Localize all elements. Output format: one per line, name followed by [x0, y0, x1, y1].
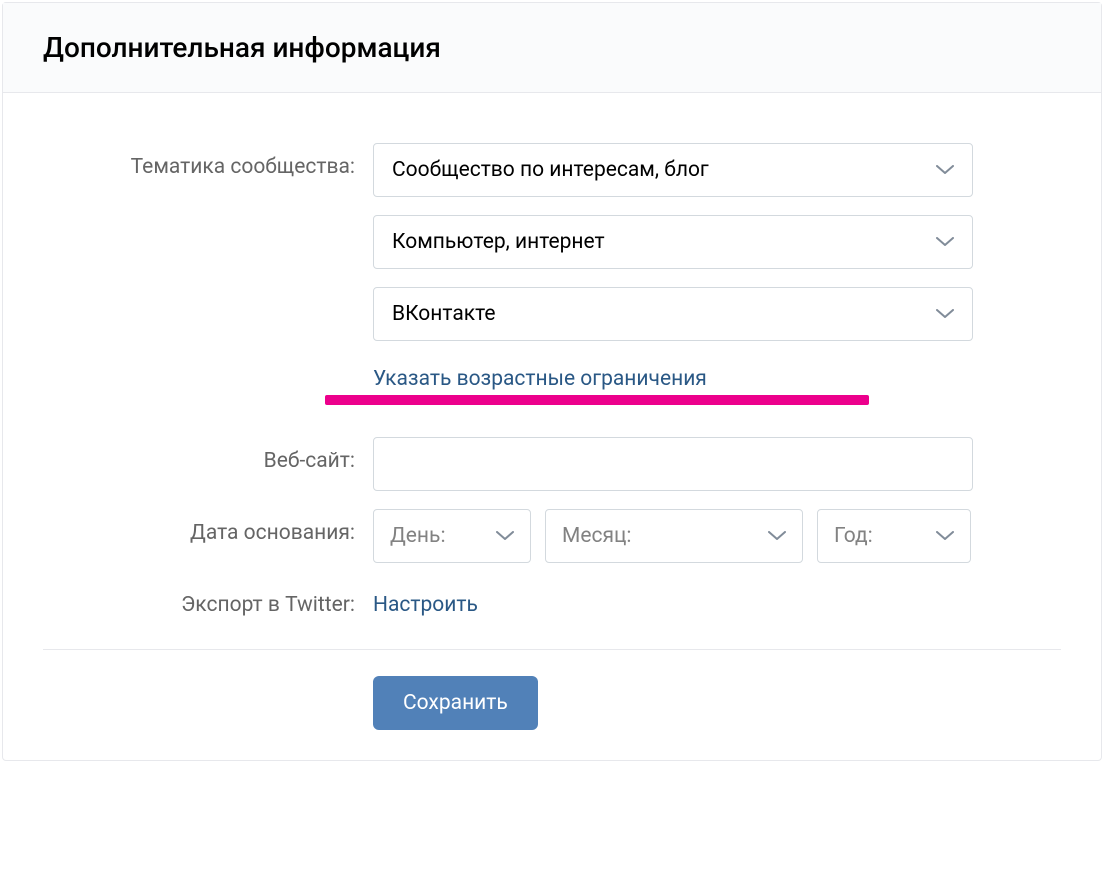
save-button[interactable]: Сохранить [373, 676, 538, 730]
select-year[interactable]: Год: [817, 509, 971, 563]
website-controls [373, 437, 973, 491]
chevron-down-icon [936, 531, 954, 541]
select-text: Компьютер, интернет [392, 230, 605, 254]
age-link-row: Указать возрастные ограничения [373, 367, 973, 391]
age-link-text: Указать возрастные ограничения [373, 367, 707, 391]
label-founded: Дата основания: [43, 509, 373, 545]
select-text: Месяц: [562, 524, 632, 548]
twitter-configure-link[interactable]: Настроить [373, 581, 478, 617]
panel-header: Дополнительная информация [3, 3, 1101, 93]
select-text: Сообщество по интересам, блог [392, 158, 709, 182]
row-founded: Дата основания: День: Месяц: [43, 509, 1061, 563]
website-input[interactable] [373, 437, 973, 491]
topic-controls: Сообщество по интересам, блог Компьютер,… [373, 143, 973, 399]
row-topic: Тематика сообщества: Сообщество по интер… [43, 143, 1061, 399]
panel-body: Тематика сообщества: Сообщество по интер… [3, 93, 1101, 760]
select-text: День: [390, 524, 446, 548]
label-website: Веб-сайт: [43, 437, 373, 473]
footer: Сохранить [43, 676, 1061, 730]
select-community-type[interactable]: Сообщество по интересам, блог [373, 143, 973, 197]
select-text: ВКонтакте [392, 302, 496, 326]
chevron-down-icon [496, 531, 514, 541]
chevron-down-icon [936, 309, 954, 319]
divider [43, 649, 1061, 650]
select-text: Год: [834, 524, 873, 548]
additional-info-panel: Дополнительная информация Тематика сообщ… [2, 2, 1102, 761]
twitter-controls: Настроить [373, 581, 973, 617]
chevron-down-icon [936, 237, 954, 247]
panel-title: Дополнительная информация [43, 31, 1061, 64]
select-subcategory[interactable]: ВКонтакте [373, 287, 973, 341]
age-restrictions-link[interactable]: Указать возрастные ограничения [373, 367, 707, 391]
select-day[interactable]: День: [373, 509, 531, 563]
highlight-annotation [325, 395, 869, 405]
chevron-down-icon [936, 165, 954, 175]
label-topic: Тематика сообщества: [43, 143, 373, 179]
chevron-down-icon [768, 531, 786, 541]
founded-controls: День: Месяц: Год: [373, 509, 973, 563]
row-website: Веб-сайт: [43, 437, 1061, 491]
select-category[interactable]: Компьютер, интернет [373, 215, 973, 269]
label-twitter: Экспорт в Twitter: [43, 581, 373, 617]
row-twitter: Экспорт в Twitter: Настроить [43, 581, 1061, 617]
date-row: День: Месяц: Год: [373, 509, 973, 563]
select-month[interactable]: Месяц: [545, 509, 803, 563]
